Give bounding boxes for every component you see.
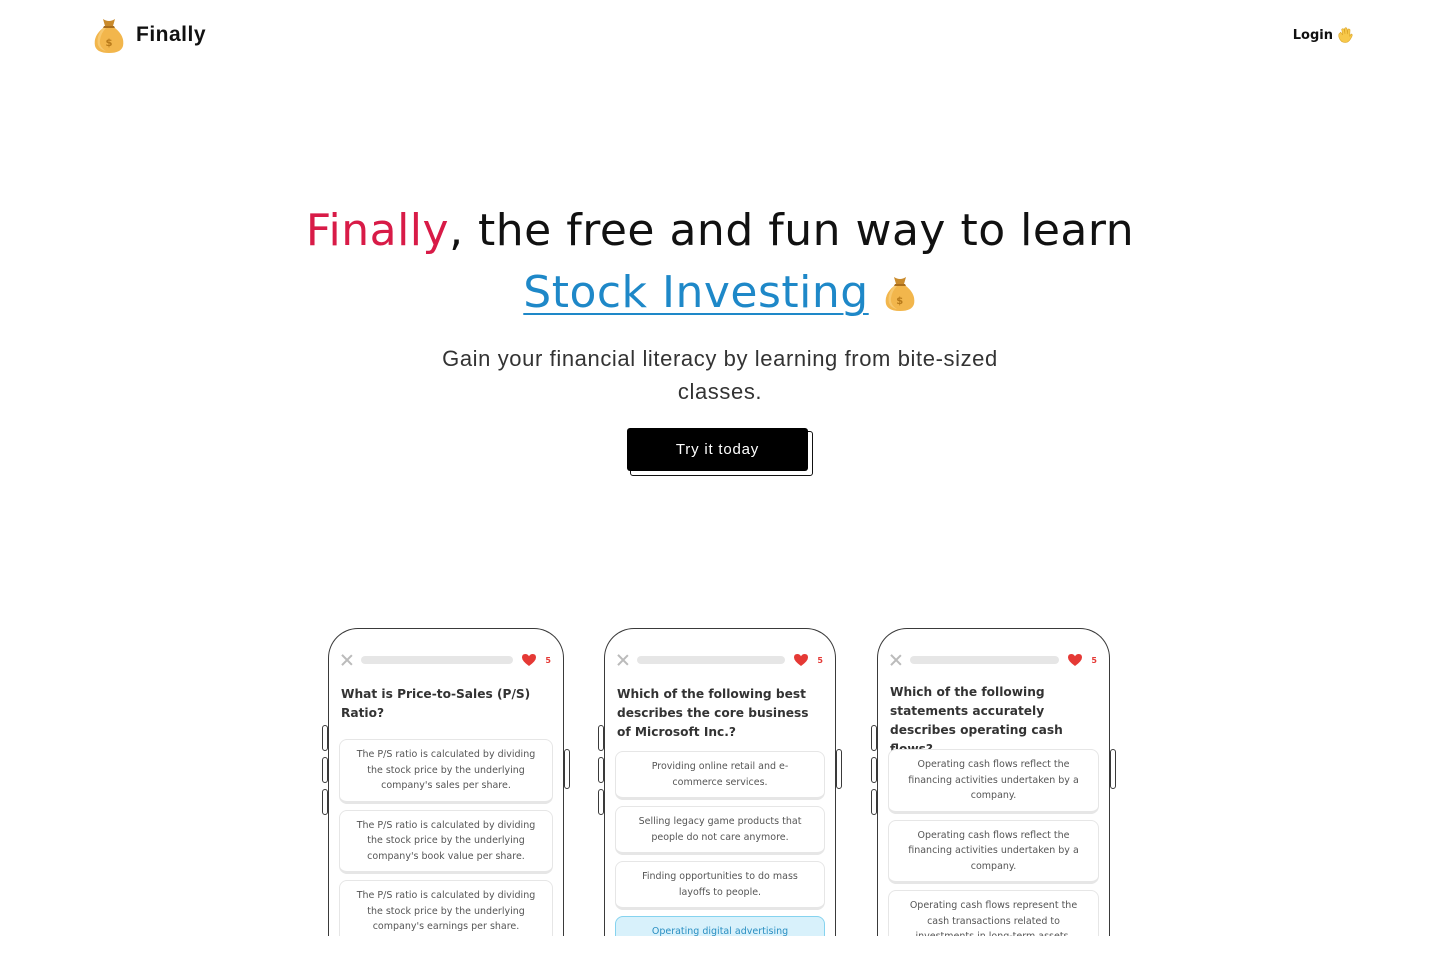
- answer-option[interactable]: The P/S ratio is calculated by dividing …: [339, 739, 553, 804]
- progress-bar: [637, 656, 786, 664]
- answer-option[interactable]: The P/S ratio is calculated by dividing …: [339, 809, 553, 874]
- progress-bar: [361, 656, 514, 664]
- cta-wrapper: Try it today: [627, 428, 813, 476]
- question-text: Which of the following best describes th…: [617, 687, 809, 739]
- lives-count: 5: [1091, 655, 1097, 665]
- phone-side-button: [871, 757, 877, 783]
- brand-logo-link[interactable]: Finally: [92, 16, 206, 54]
- hero-headline: Finally, the free and fun way to learn S…: [0, 200, 1440, 324]
- question-text: What is Price-to-Sales (P/S) Ratio?: [341, 687, 531, 720]
- money-bag-icon: [883, 274, 917, 312]
- phone-screen: 5 What is Price-to-Sales (P/S) Ratio? Th…: [329, 629, 563, 940]
- lives-count: 5: [545, 655, 551, 665]
- headline-line-2: Stock Investing: [523, 262, 916, 324]
- phone-power-button: [1110, 749, 1116, 789]
- phone-power-button: [564, 749, 570, 789]
- heart-icon: [521, 653, 537, 667]
- phone-mockup: 5 What is Price-to-Sales (P/S) Ratio? Th…: [322, 628, 570, 942]
- phone-screen: 5 Which of the following best describes …: [605, 629, 835, 940]
- stock-investing-link[interactable]: Stock Investing: [523, 262, 868, 324]
- close-icon[interactable]: [341, 654, 353, 666]
- lesson-top-bar: 5: [617, 653, 823, 667]
- brand-name: Finally: [136, 23, 207, 46]
- headline-accent: Finally: [305, 205, 450, 256]
- answer-options: The P/S ratio is calculated by dividing …: [339, 739, 553, 940]
- phone-side-button: [871, 789, 877, 815]
- phone-side-button: [322, 757, 328, 783]
- money-bag-icon: [92, 16, 126, 54]
- phone-side-button: [322, 725, 328, 751]
- question-text: Which of the following statements accura…: [890, 685, 1063, 756]
- phone-side-button: [871, 725, 877, 751]
- headline-text: , the free and fun way to learn: [449, 205, 1135, 256]
- waving-hand-icon: [1337, 26, 1354, 44]
- progress-bar: [910, 656, 1060, 664]
- answer-options: Operating cash flows reflect the financi…: [888, 749, 1099, 940]
- app-preview-phones: 5 What is Price-to-Sales (P/S) Ratio? Th…: [0, 628, 1440, 980]
- close-icon[interactable]: [617, 654, 629, 666]
- answer-option[interactable]: The P/S ratio is calculated by dividing …: [339, 880, 553, 940]
- phone-side-button: [598, 789, 604, 815]
- phone-side-button: [598, 757, 604, 783]
- hero-subtitle: Gain your financial literacy by learning…: [442, 346, 998, 404]
- phone-side-button: [598, 725, 604, 751]
- phone-power-button: [836, 749, 842, 789]
- phone-side-button: [322, 789, 328, 815]
- heart-icon: [793, 653, 809, 667]
- lesson-top-bar: 5: [341, 653, 551, 667]
- login-label: Login: [1292, 27, 1333, 43]
- phone-screen: 5 Which of the following statements accu…: [878, 629, 1109, 940]
- try-it-today-button[interactable]: Try it today: [627, 428, 808, 471]
- close-icon[interactable]: [890, 654, 902, 666]
- login-button[interactable]: Login: [1293, 26, 1354, 44]
- answer-options: Providing online retail and e-commerce s…: [615, 751, 825, 940]
- answer-option-selected[interactable]: Operating digital advertising platforms …: [615, 916, 825, 940]
- lives-count: 5: [817, 655, 823, 665]
- hero-section: Finally, the free and fun way to learn S…: [0, 200, 1440, 476]
- answer-option[interactable]: Finding opportunities to do mass layoffs…: [615, 861, 825, 910]
- phone-mockup: 5 Which of the following best describes …: [598, 628, 842, 942]
- top-nav: Finally Login: [0, 0, 1440, 72]
- answer-option[interactable]: Providing online retail and e-commerce s…: [615, 751, 825, 800]
- lesson-top-bar: 5: [890, 653, 1097, 667]
- heart-icon: [1067, 653, 1083, 667]
- answer-option[interactable]: Operating cash flows represent the cash …: [888, 890, 1099, 940]
- answer-option[interactable]: Operating cash flows reflect the financi…: [888, 749, 1099, 814]
- phone-mockup: 5 Which of the following statements accu…: [871, 628, 1116, 942]
- answer-option[interactable]: Selling legacy game products that people…: [615, 806, 825, 855]
- answer-option[interactable]: Operating cash flows reflect the financi…: [888, 819, 1099, 884]
